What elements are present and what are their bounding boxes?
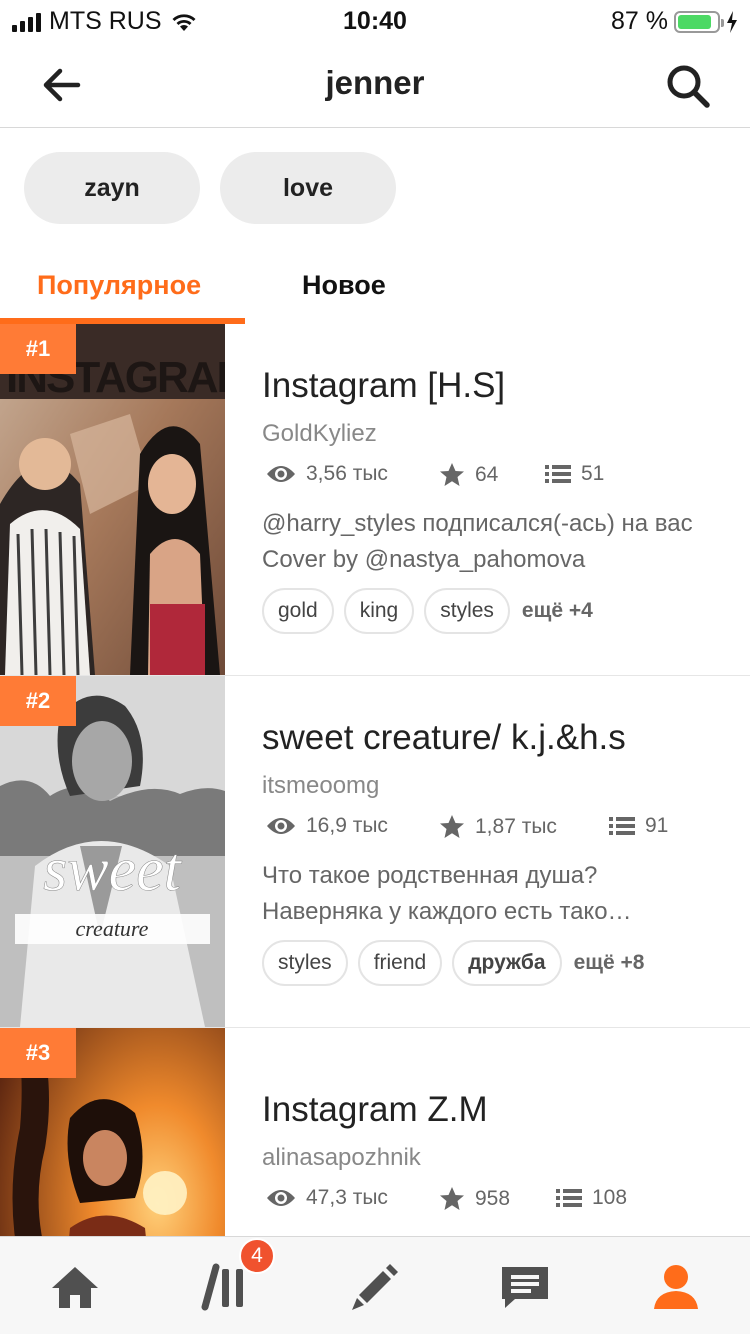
story-stats: 16,9 тыс 1,87 тыс 91	[262, 814, 732, 844]
views-stat: 16,9 тыс	[266, 814, 388, 838]
tab-popular[interactable]: Популярное	[37, 270, 201, 301]
parts-stat: 108	[556, 1186, 627, 1210]
story-item[interactable]: INSTAGRAM #1 Instagram [H.S] GoldKyliez …	[0, 324, 750, 676]
tag-chip[interactable]: gold	[262, 588, 334, 634]
votes-count: 958	[475, 1186, 511, 1210]
story-author[interactable]: itsmeoomg	[262, 772, 379, 800]
more-tags[interactable]: ещё +4	[520, 599, 593, 623]
tag-chip[interactable]: friend	[357, 940, 443, 986]
votes-stat: 64	[439, 462, 498, 487]
rank-badge: #1	[0, 324, 76, 374]
story-tags: styles friend дружба ещё +8	[262, 940, 644, 986]
related-tags: zayn love	[24, 152, 396, 224]
messages-icon[interactable]	[499, 1261, 551, 1313]
cover-image: INSTAGRAM	[0, 324, 225, 675]
battery-percent: 87 %	[611, 7, 668, 35]
views-count: 3,56 тыс	[306, 462, 388, 485]
story-author[interactable]: GoldKyliez	[262, 420, 377, 448]
views-count: 47,3 тыс	[306, 1186, 388, 1209]
list-icon	[545, 465, 571, 483]
votes-count: 64	[475, 462, 499, 486]
parts-count: 108	[592, 1186, 628, 1209]
nav-bar: jenner	[0, 40, 750, 128]
parts-stat: 51	[545, 462, 604, 486]
votes-count: 1,87 тыс	[475, 814, 557, 838]
story-description: @harry_styles подписался(-ась) на вас Co…	[262, 510, 693, 573]
star-icon	[440, 815, 464, 838]
views-stat: 47,3 тыс	[266, 1186, 388, 1210]
status-bar: MTS RUS 10:40 87 %	[0, 0, 750, 40]
list-icon	[556, 1189, 582, 1207]
eye-icon	[267, 466, 295, 482]
star-icon	[440, 463, 464, 486]
library-badge: 4	[239, 1238, 275, 1274]
votes-stat: 1,87 тыс	[439, 814, 557, 839]
profile-icon[interactable]	[650, 1261, 702, 1313]
battery-fill	[678, 14, 712, 29]
rank-badge: #2	[0, 676, 76, 726]
tag-chip[interactable]: дружба	[452, 940, 562, 986]
story-stats: 3,56 тыс 64 51	[262, 462, 732, 492]
views-stat: 3,56 тыс	[266, 462, 388, 486]
story-title[interactable]: Instagram [H.S]	[262, 366, 505, 406]
status-right: 87 %	[611, 7, 738, 36]
write-icon[interactable]	[349, 1261, 401, 1313]
story-author[interactable]: alinasapozhnik	[262, 1144, 421, 1172]
home-icon[interactable]	[49, 1261, 101, 1313]
story-item[interactable]: sweet creature #2 sweet creature/ k.j.&h…	[0, 676, 750, 1028]
tag-chip[interactable]: king	[343, 588, 415, 634]
story-tags: gold king styles ещё +4	[262, 588, 593, 634]
charging-icon	[727, 10, 737, 33]
story-cover[interactable]: INSTAGRAM #1	[0, 324, 225, 675]
parts-count: 91	[645, 814, 669, 837]
story-description: Что такое родственная душа? Наверняка у …	[262, 862, 632, 925]
eye-icon	[267, 1190, 295, 1206]
more-tags[interactable]: ещё +8	[572, 951, 645, 975]
chip-zayn[interactable]: zayn	[24, 152, 200, 224]
tag-chip[interactable]: styles	[262, 940, 348, 986]
chip-love[interactable]: love	[220, 152, 396, 224]
search-icon[interactable]	[664, 62, 712, 110]
story-title[interactable]: Instagram Z.M	[262, 1090, 488, 1130]
sort-tabs: Популярное Новое	[0, 258, 750, 324]
parts-count: 51	[581, 462, 605, 485]
parts-stat: 91	[609, 814, 668, 838]
page-title: jenner	[325, 64, 425, 101]
battery-icon	[674, 10, 724, 33]
tab-new[interactable]: Новое	[302, 270, 386, 301]
cover-image: sweet creature	[0, 676, 225, 1027]
cover-text: sweet	[43, 836, 183, 904]
votes-stat: 958	[439, 1186, 510, 1211]
cover-subtext: creature	[76, 916, 149, 941]
bottom-tab-bar	[0, 1236, 750, 1334]
eye-icon	[267, 818, 295, 834]
views-count: 16,9 тыс	[306, 814, 388, 837]
list-icon	[609, 817, 635, 835]
story-stats: 47,3 тыс 958 108	[262, 1186, 732, 1216]
story-title[interactable]: sweet creature/ k.j.&h.s	[262, 718, 626, 758]
tag-chip[interactable]: styles	[424, 588, 510, 634]
star-icon	[440, 1187, 464, 1210]
rank-badge: #3	[0, 1028, 76, 1078]
story-cover[interactable]: sweet creature #2	[0, 676, 225, 1027]
